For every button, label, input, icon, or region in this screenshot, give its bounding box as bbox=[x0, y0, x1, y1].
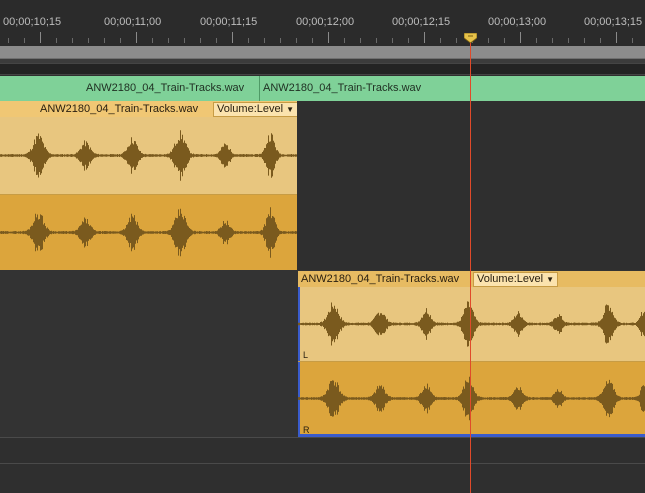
ruler-major-tick bbox=[232, 32, 233, 43]
ruler-minor-tick bbox=[296, 38, 297, 43]
ruler-minor-tick bbox=[8, 38, 9, 43]
ruler-major-tick bbox=[424, 32, 425, 43]
ruler-minor-tick bbox=[376, 38, 377, 43]
track-separator bbox=[0, 437, 645, 438]
ruler-minor-tick bbox=[568, 38, 569, 43]
audio-clip-selected[interactable]: ANW2180_04_Train-Tracks.wav Volume:Level… bbox=[298, 271, 645, 437]
waveform bbox=[0, 130, 297, 181]
ruler-minor-tick bbox=[104, 38, 105, 43]
ruler-minor-tick bbox=[408, 38, 409, 43]
ruler-minor-tick bbox=[184, 38, 185, 43]
work-area-bar[interactable] bbox=[0, 46, 645, 59]
track-separator bbox=[0, 63, 645, 75]
playhead-line bbox=[470, 40, 471, 493]
ruler-minor-tick bbox=[120, 38, 121, 43]
ruler-minor-tick bbox=[536, 38, 537, 43]
waveform bbox=[0, 207, 297, 258]
track-separator bbox=[0, 463, 645, 464]
ruler-minor-tick bbox=[168, 38, 169, 43]
clip-header: ANW2180_04_Train-Tracks.wav Volume:Level… bbox=[298, 271, 645, 287]
ruler-major-tick bbox=[328, 32, 329, 43]
timecode-label: 00;00;10;15 bbox=[3, 16, 62, 28]
ruler-minor-tick bbox=[456, 38, 457, 43]
ruler-minor-tick bbox=[488, 38, 489, 43]
chevron-down-icon: ▼ bbox=[546, 275, 555, 284]
waveform bbox=[298, 376, 645, 421]
timecode-label: 00;00;13;15 bbox=[584, 16, 643, 28]
ruler-major-tick bbox=[40, 32, 41, 43]
ruler-minor-tick bbox=[584, 38, 585, 43]
playhead-marker-icon[interactable] bbox=[464, 33, 477, 43]
clip-title: ANW2180_04_Train-Tracks.wav bbox=[301, 273, 460, 285]
time-ruler[interactable]: 00;00;10;15 00;00;11;00 00;00;11;15 00;0… bbox=[0, 0, 645, 46]
volume-dropdown[interactable]: Volume:Level ▼ bbox=[473, 272, 559, 287]
audio-clip[interactable]: ANW2180_04_Train-Tracks.wav Volume:Level… bbox=[0, 101, 297, 270]
clip-title: ANW2180_04_Train-Tracks.wav bbox=[40, 103, 199, 115]
ruler-minor-tick bbox=[72, 38, 73, 43]
channel-left-label: L bbox=[303, 350, 309, 360]
ruler-minor-tick bbox=[504, 38, 505, 43]
chevron-down-icon: ▼ bbox=[286, 105, 295, 114]
ruler-minor-tick bbox=[440, 38, 441, 43]
clip-header: ANW2180_04_Train-Tracks.wav Volume:Level… bbox=[0, 101, 297, 117]
ruler-major-tick bbox=[616, 32, 617, 43]
subclip-track[interactable]: ANW2180_04_Train-Tracks.wav ANW2180_04_T… bbox=[0, 76, 645, 101]
timecode-label: 00;00;12;15 bbox=[392, 16, 451, 28]
subclip-label: ANW2180_04_Train-Tracks.wav bbox=[263, 82, 422, 94]
volume-label: Volume:Level bbox=[477, 273, 544, 285]
ruler-minor-tick bbox=[56, 38, 57, 43]
waveform bbox=[298, 301, 645, 347]
selection-border bbox=[298, 434, 645, 437]
ruler-minor-tick bbox=[88, 38, 89, 43]
timecode-label: 00;00;11;00 bbox=[104, 16, 162, 28]
timecode-label: 00;00;13;00 bbox=[488, 16, 547, 28]
ruler-minor-tick bbox=[600, 38, 601, 43]
volume-dropdown[interactable]: Volume:Level ▼ bbox=[213, 102, 297, 117]
timecode-label: 00;00;12;00 bbox=[296, 16, 355, 28]
subclip-divider bbox=[259, 76, 260, 101]
ruler-minor-tick bbox=[24, 38, 25, 43]
ruler-minor-tick bbox=[392, 38, 393, 43]
ruler-minor-tick bbox=[360, 38, 361, 43]
ruler-minor-tick bbox=[152, 38, 153, 43]
ruler-minor-tick bbox=[280, 38, 281, 43]
ruler-major-tick bbox=[520, 32, 521, 43]
ruler-major-tick bbox=[136, 32, 137, 43]
ruler-minor-tick bbox=[216, 38, 217, 43]
ruler-minor-tick bbox=[552, 38, 553, 43]
ruler-minor-tick bbox=[632, 38, 633, 43]
ruler-minor-tick bbox=[200, 38, 201, 43]
ruler-minor-tick bbox=[248, 38, 249, 43]
timecode-label: 00;00;11;15 bbox=[200, 16, 258, 28]
ruler-minor-tick bbox=[344, 38, 345, 43]
subclip-label: ANW2180_04_Train-Tracks.wav bbox=[86, 82, 245, 94]
ruler-minor-tick bbox=[264, 38, 265, 43]
volume-label: Volume:Level bbox=[217, 103, 284, 115]
ruler-minor-tick bbox=[312, 38, 313, 43]
